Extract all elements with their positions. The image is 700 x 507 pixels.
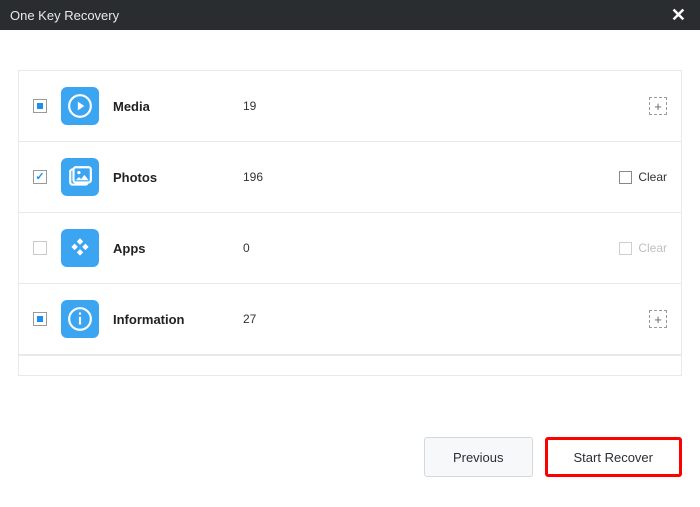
- checkbox-information[interactable]: [33, 312, 47, 326]
- list-item-photos[interactable]: Photos 196 Clear: [19, 142, 681, 213]
- expand-icon[interactable]: +: [649, 97, 667, 115]
- clear-control-photos[interactable]: Clear: [619, 170, 667, 184]
- apps-icon: [61, 229, 99, 267]
- photo-icon: [61, 158, 99, 196]
- list-footer-strip: [19, 355, 681, 375]
- count-apps: 0: [243, 241, 323, 255]
- clear-checkbox[interactable]: [619, 171, 632, 184]
- label-information: Information: [113, 312, 243, 327]
- label-media: Media: [113, 99, 243, 114]
- media-icon: [61, 87, 99, 125]
- count-photos: 196: [243, 170, 323, 184]
- count-information: 27: [243, 312, 323, 326]
- list-item-media[interactable]: Media 19 +: [19, 71, 681, 142]
- checkbox-photos[interactable]: [33, 170, 47, 184]
- clear-control-apps: Clear: [619, 241, 667, 255]
- previous-button[interactable]: Previous: [424, 437, 533, 477]
- list-item-information[interactable]: Information 27 +: [19, 284, 681, 355]
- checkbox-apps[interactable]: [33, 241, 47, 255]
- close-icon[interactable]: ✕: [667, 6, 690, 24]
- footer-buttons: Previous Start Recover: [424, 437, 682, 477]
- info-icon: [61, 300, 99, 338]
- label-apps: Apps: [113, 241, 243, 256]
- expand-icon[interactable]: +: [649, 310, 667, 328]
- window-title: One Key Recovery: [10, 8, 119, 23]
- titlebar: One Key Recovery ✕: [0, 0, 700, 30]
- clear-label: Clear: [638, 170, 667, 184]
- start-recover-button[interactable]: Start Recover: [545, 437, 682, 477]
- clear-label-disabled: Clear: [638, 241, 667, 255]
- label-photos: Photos: [113, 170, 243, 185]
- clear-checkbox-disabled: [619, 242, 632, 255]
- count-media: 19: [243, 99, 323, 113]
- checkbox-media[interactable]: [33, 99, 47, 113]
- list-item-apps[interactable]: Apps 0 Clear: [19, 213, 681, 284]
- recovery-list: Media 19 + Photos 196 Clear Apps: [18, 70, 682, 376]
- content: Media 19 + Photos 196 Clear Apps: [0, 30, 700, 376]
